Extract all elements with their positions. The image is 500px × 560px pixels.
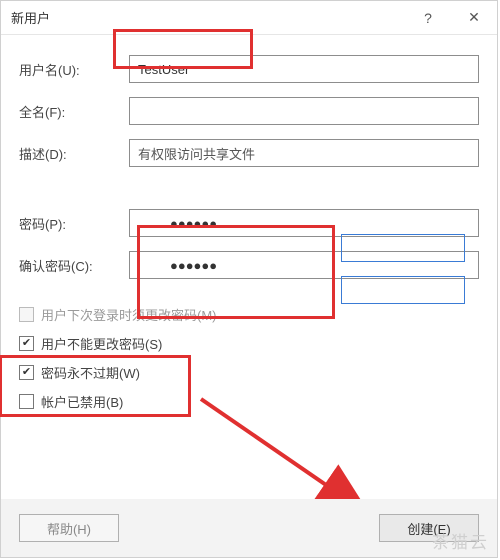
confirm-label: 确认密码(C): — [19, 256, 129, 275]
fullname-input[interactable] — [129, 97, 479, 125]
titlebar: 新用户 ? ✕ — [1, 1, 497, 35]
row-fullname: 全名(F): — [19, 97, 479, 125]
dialog-footer: 帮助(H) 创建(E) — [1, 499, 497, 557]
checkbox-must-change-label: 用户下次登录时须更改密码(M) — [41, 305, 217, 324]
checkbox-never-expire[interactable]: 密码永不过期(W) — [19, 363, 479, 382]
checkbox-disabled-box — [19, 394, 34, 409]
password-label: 密码(P): — [19, 214, 129, 233]
checkbox-must-change-box — [19, 307, 34, 322]
dialog-title: 新用户 — [11, 8, 405, 27]
password-mask: ●●●●●● — [170, 216, 217, 231]
watermark: 茶猫云 — [432, 528, 489, 553]
checkbox-disabled-label: 帐户已禁用(B) — [41, 392, 123, 411]
checkbox-never-expire-label: 密码永不过期(W) — [41, 363, 140, 382]
username-input[interactable] — [129, 55, 479, 83]
checkbox-must-change[interactable]: 用户下次登录时须更改密码(M) — [19, 305, 479, 324]
confirm-input[interactable]: ●●●●●● — [129, 251, 479, 279]
confirm-mask: ●●●●●● — [170, 258, 217, 273]
row-password: 密码(P): ●●●●●● — [19, 209, 479, 237]
checkbox-never-expire-box — [19, 365, 34, 380]
username-label: 用户名(U): — [19, 60, 129, 79]
row-description: 描述(D): — [19, 139, 479, 167]
help-icon[interactable]: ? — [405, 1, 451, 35]
description-label: 描述(D): — [19, 144, 129, 163]
fullname-label: 全名(F): — [19, 102, 129, 121]
checkbox-disabled[interactable]: 帐户已禁用(B) — [19, 392, 479, 411]
description-input[interactable] — [129, 139, 479, 167]
row-username: 用户名(U): — [19, 55, 479, 83]
new-user-dialog: 新用户 ? ✕ 用户名(U): 全名(F): 描述(D): 密码(P): — [0, 0, 498, 558]
checkbox-cannot-change[interactable]: 用户不能更改密码(S) — [19, 334, 479, 353]
dialog-body: 用户名(U): 全名(F): 描述(D): 密码(P): ●●●●●● — [1, 35, 497, 411]
checkbox-cannot-change-box — [19, 336, 34, 351]
help-button[interactable]: 帮助(H) — [19, 514, 119, 542]
close-icon[interactable]: ✕ — [451, 1, 497, 35]
row-confirm: 确认密码(C): ●●●●●● — [19, 251, 479, 279]
password-input[interactable]: ●●●●●● — [129, 209, 479, 237]
checkbox-cannot-change-label: 用户不能更改密码(S) — [41, 334, 162, 353]
